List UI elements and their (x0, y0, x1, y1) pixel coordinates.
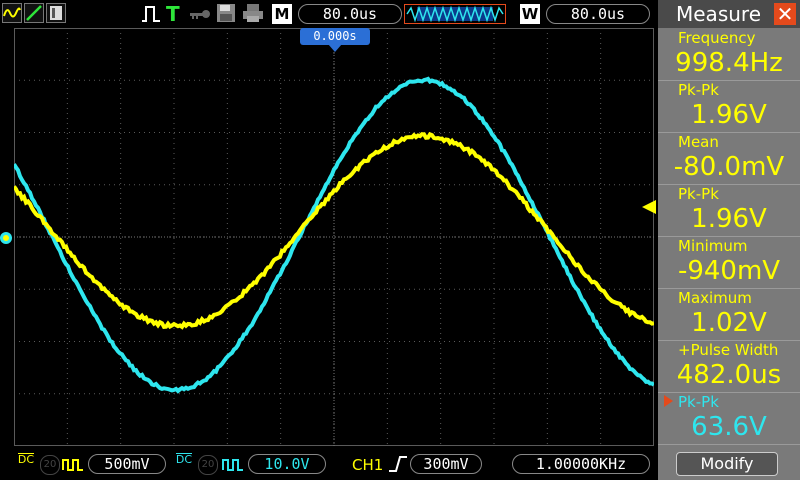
save-icon[interactable] (216, 3, 236, 25)
ch-ground-marker-icon[interactable] (0, 230, 14, 246)
selected-arrow-icon (664, 395, 673, 407)
measure-panel: Measure ✕ Frequency 998.4Hz Pk-Pk 1.96V Mean… (658, 0, 800, 480)
modify-button[interactable]: Modify (676, 452, 778, 476)
rising-edge-icon (388, 455, 408, 473)
ch2-probe-icon (222, 456, 244, 472)
ch2-wave-icon[interactable] (24, 3, 44, 23)
key-icon (188, 3, 212, 25)
measure-item-label: Frequency (678, 29, 798, 47)
trigger-source-label: CH1 (352, 456, 383, 474)
measure-item-value: 1.02V (658, 307, 800, 339)
ch2-trace (14, 79, 654, 391)
ch2-bandwidth-badge: 20 (198, 455, 218, 475)
waveform-window-indicator[interactable] (404, 4, 506, 24)
frequency-counter-display: 1.00000KHz (512, 454, 650, 474)
measure-separator (658, 444, 800, 445)
measure-panel-title: Measure (676, 0, 761, 28)
measure-item-label: +Pulse Width (678, 341, 798, 359)
measure-item-value: 998.4Hz (658, 47, 800, 79)
ch1-probe-icon (62, 456, 84, 472)
measure-item-value: -940mV (658, 255, 800, 287)
measure-item-value: 1.96V (658, 99, 800, 131)
top-toolbar: T M 80.0us W 80.0us (0, 0, 658, 28)
measure-item-value: 482.0us (658, 359, 800, 391)
menu-icon[interactable] (46, 3, 66, 23)
measure-item-value: 1.96V (658, 203, 800, 235)
ch2-coupling-icon[interactable]: DC (174, 453, 194, 475)
measure-item-label: Mean (678, 133, 798, 151)
print-icon[interactable] (242, 3, 264, 25)
measure-item-label: Pk-Pk (678, 81, 798, 99)
trigger-status-label: T (166, 3, 180, 25)
pulse-icon (140, 3, 162, 25)
measure-panel-header: Measure ✕ (658, 0, 800, 28)
ch1-wave-icon[interactable] (2, 3, 22, 23)
close-icon[interactable]: ✕ (774, 3, 796, 25)
measure-item-label: Minimum (678, 237, 798, 255)
window-label: W (520, 4, 540, 24)
ch1-scale-display[interactable]: 500mV (88, 454, 166, 474)
measure-item-label: Pk-Pk (678, 393, 798, 411)
window-timebase-display[interactable]: 80.0us (546, 4, 650, 24)
graticule (14, 28, 654, 446)
measure-item-value: 63.6V (658, 411, 800, 443)
ch1-coupling-label: DC (18, 453, 34, 466)
waveform-display (14, 28, 654, 446)
bottom-status-bar: DC 20 500mV DC 20 10.0V CH1 300mV 1.0000… (0, 448, 658, 480)
ch1-coupling-icon[interactable]: DC (16, 453, 36, 475)
ch2-coupling-label: DC (176, 453, 192, 466)
mode-label: M (272, 4, 292, 24)
measure-item-label: Maximum (678, 289, 798, 307)
trigger-level-marker-icon[interactable] (642, 200, 656, 214)
trigger-position-marker[interactable]: 0.000s (300, 28, 370, 45)
measure-item-value: -80.0mV (658, 151, 800, 183)
trigger-level-display[interactable]: 300mV (410, 454, 482, 474)
measure-item-label: Pk-Pk (678, 185, 798, 203)
timebase-display[interactable]: 80.0us (298, 4, 402, 24)
ch2-scale-display[interactable]: 10.0V (248, 454, 326, 474)
ch1-bandwidth-badge: 20 (40, 455, 60, 475)
trigger-position-arrow-icon (328, 44, 342, 52)
